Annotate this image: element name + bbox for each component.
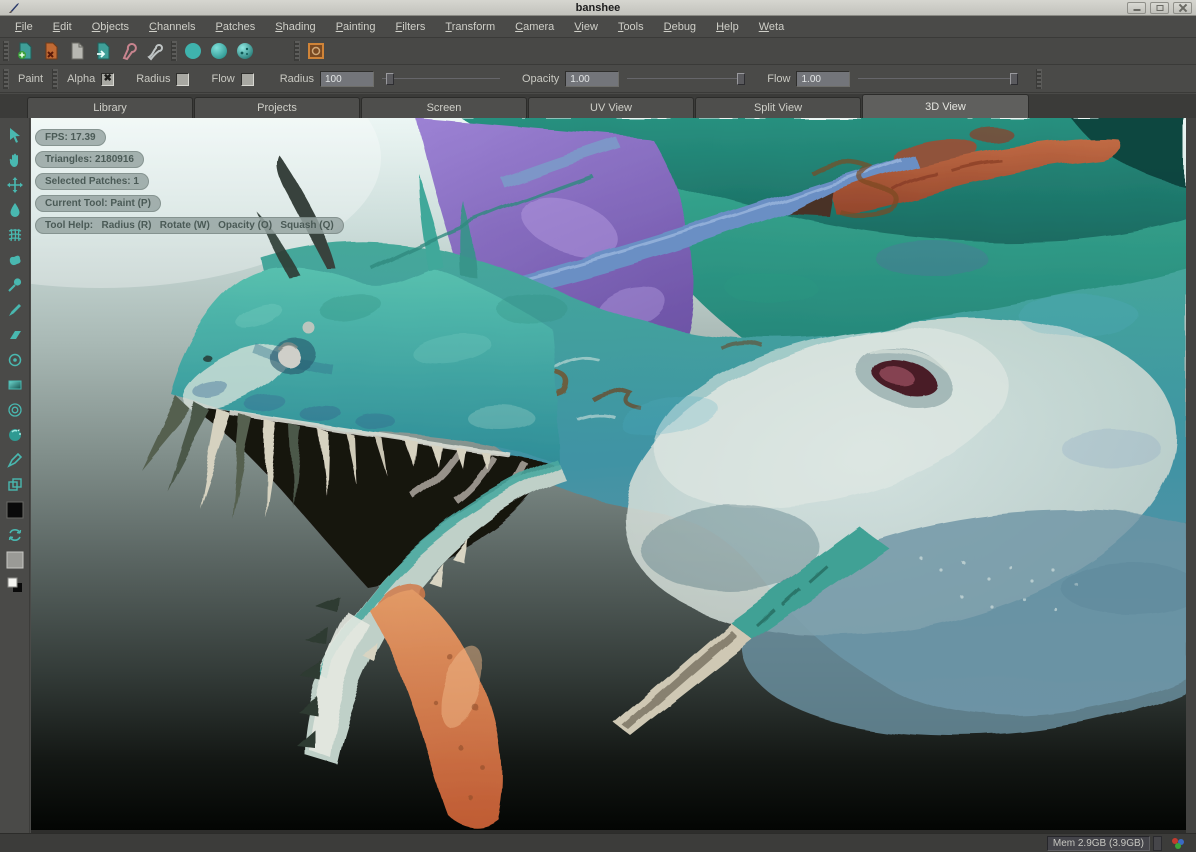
- import-icon[interactable]: [90, 39, 116, 63]
- project-toolbar: [0, 38, 1196, 65]
- hud-fps: FPS: 17.39: [35, 129, 106, 146]
- menu-transform[interactable]: Transform: [436, 18, 504, 36]
- foreground-color-swatch[interactable]: [3, 497, 27, 522]
- flow-toggle-checkbox[interactable]: [241, 73, 254, 86]
- menu-edit[interactable]: Edit: [44, 18, 81, 36]
- menu-help[interactable]: Help: [707, 18, 748, 36]
- tool-name-label: Paint: [18, 73, 43, 85]
- status-spacer: [1153, 836, 1162, 851]
- app-brush-icon: [8, 2, 22, 14]
- pan-tool-icon[interactable]: [3, 147, 27, 172]
- menu-shading[interactable]: Shading: [266, 18, 324, 36]
- flow-toggle-label: Flow: [211, 73, 234, 85]
- tab-uv-view[interactable]: UV View: [528, 97, 694, 118]
- toolbar-grip[interactable]: [294, 41, 300, 61]
- menu-view[interactable]: View: [565, 18, 607, 36]
- pin-tool-icon[interactable]: [3, 272, 27, 297]
- copy-patches-tool-icon[interactable]: [3, 472, 27, 497]
- alpha-checkbox[interactable]: ✖: [101, 73, 114, 86]
- hud-tool-help: Tool Help: Radius (R) Rotate (W) Opacity…: [35, 217, 344, 234]
- new-project-icon[interactable]: [12, 39, 38, 63]
- tab-split-view[interactable]: Split View: [695, 97, 861, 118]
- menu-file[interactable]: File: [6, 18, 42, 36]
- brush-tool-icon[interactable]: [3, 297, 27, 322]
- menu-weta[interactable]: Weta: [750, 18, 793, 36]
- radius-input[interactable]: [320, 71, 374, 87]
- viewport-3d[interactable]: FPS: 17.39 Triangles: 2180916 Selected P…: [31, 118, 1186, 830]
- title-bar: banshee: [0, 0, 1196, 16]
- color-pick-icon[interactable]: [142, 39, 168, 63]
- paint-settings-bar: Paint Alpha ✖ Radius Flow Radius Opacity…: [0, 66, 1196, 93]
- projection-icon[interactable]: [303, 39, 329, 63]
- hud-selected-patches: Selected Patches: 1: [35, 173, 149, 190]
- flow-input[interactable]: [796, 71, 850, 87]
- color-profile-icon[interactable]: [1170, 837, 1186, 850]
- menu-camera[interactable]: Camera: [506, 18, 563, 36]
- marker-tool-icon[interactable]: [3, 447, 27, 472]
- menu-objects[interactable]: Objects: [83, 18, 138, 36]
- tab-3d-view[interactable]: 3D View: [862, 94, 1029, 118]
- hud-triangles: Triangles: 2180916: [35, 151, 144, 168]
- eraser-tool-icon[interactable]: [3, 322, 27, 347]
- view-tab-bar: Library Projects Screen UV View Split Vi…: [0, 94, 1196, 118]
- paint-through-icon[interactable]: [116, 39, 142, 63]
- clone-tool-icon[interactable]: [3, 347, 27, 372]
- flow-label: Flow: [767, 73, 790, 85]
- radius-slider[interactable]: [382, 72, 500, 86]
- default-colors-icon[interactable]: [3, 572, 27, 597]
- status-bar: Mem 2.9GB (3.9GB): [0, 833, 1196, 852]
- alpha-label: Alpha: [67, 73, 95, 85]
- menu-patches[interactable]: Patches: [207, 18, 265, 36]
- viewport-right-edge: [1186, 118, 1196, 833]
- flow-slider[interactable]: [858, 72, 1018, 86]
- settings-grip[interactable]: [1036, 69, 1042, 89]
- swap-colors-icon[interactable]: [3, 522, 27, 547]
- opacity-label: Opacity: [522, 73, 559, 85]
- radius-toggle-checkbox[interactable]: [176, 73, 189, 86]
- gradient-tool-icon[interactable]: [3, 372, 27, 397]
- select-tool-icon[interactable]: [3, 122, 27, 147]
- close-project-icon[interactable]: [38, 39, 64, 63]
- main-area: FPS: 17.39 Triangles: 2180916 Selected P…: [0, 118, 1196, 833]
- application-window: banshee File Edit Objects Channels Patch…: [0, 0, 1196, 852]
- settings-grip[interactable]: [52, 69, 58, 89]
- background-color-swatch[interactable]: [3, 547, 27, 572]
- shading-basic-icon[interactable]: [206, 39, 232, 63]
- menu-filters[interactable]: Filters: [386, 18, 434, 36]
- menu-debug[interactable]: Debug: [655, 18, 705, 36]
- radius-toggle-label: Radius: [136, 73, 170, 85]
- opacity-input[interactable]: [565, 71, 619, 87]
- smudge-tool-icon[interactable]: [3, 422, 27, 447]
- radius-label: Radius: [280, 73, 314, 85]
- menu-channels[interactable]: Channels: [140, 18, 205, 36]
- move-tool-icon[interactable]: [3, 172, 27, 197]
- tab-projects[interactable]: Projects: [194, 97, 360, 118]
- window-title: banshee: [0, 2, 1196, 14]
- save-project-icon[interactable]: [64, 39, 90, 63]
- warp-tool-icon[interactable]: [3, 222, 27, 247]
- menu-tools[interactable]: Tools: [609, 18, 653, 36]
- smear-tool-icon[interactable]: [3, 247, 27, 272]
- hud-current-tool: Current Tool: Paint (P): [35, 195, 161, 212]
- close-button[interactable]: [1173, 2, 1192, 14]
- menu-bar: File Edit Objects Channels Patches Shadi…: [0, 17, 1196, 38]
- toolbar-grip[interactable]: [3, 41, 9, 61]
- menu-painting[interactable]: Painting: [327, 18, 385, 36]
- blur-tool-icon[interactable]: [3, 397, 27, 422]
- maximize-button[interactable]: [1150, 2, 1169, 14]
- memory-indicator: Mem 2.9GB (3.9GB): [1047, 836, 1150, 851]
- toolbar-grip[interactable]: [171, 41, 177, 61]
- opacity-slider[interactable]: [627, 72, 745, 86]
- settings-grip[interactable]: [3, 69, 9, 89]
- shading-textured-icon[interactable]: [232, 39, 258, 63]
- shading-flat-icon[interactable]: [180, 39, 206, 63]
- tab-screen[interactable]: Screen: [361, 97, 527, 118]
- tab-library[interactable]: Library: [27, 97, 193, 118]
- tool-sidebar: [0, 118, 30, 833]
- blend-tool-icon[interactable]: [3, 197, 27, 222]
- minimize-button[interactable]: [1127, 2, 1146, 14]
